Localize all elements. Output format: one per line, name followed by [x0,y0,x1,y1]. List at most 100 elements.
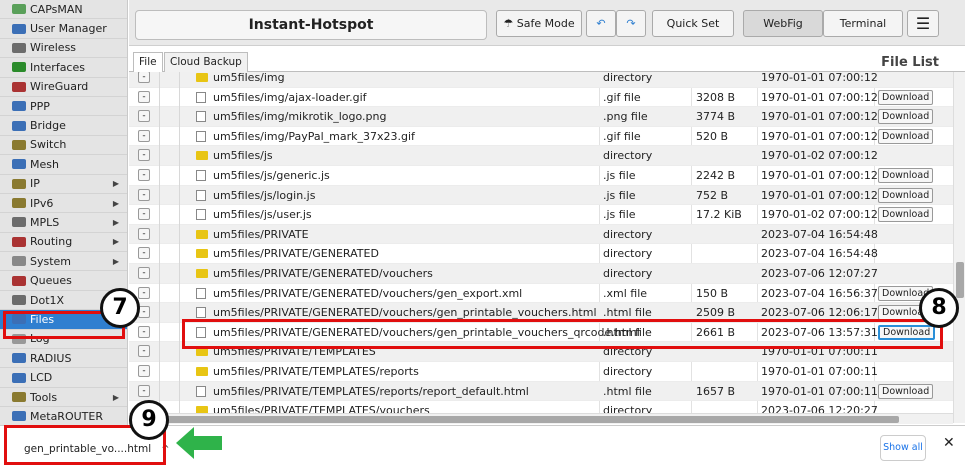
row-divider [179,264,180,284]
show-all-button[interactable]: Show all [880,435,926,461]
sidebar-item-metarouter[interactable]: MetaROUTER [0,407,127,425]
green-arrow-icon [176,427,222,459]
close-icon[interactable]: ✕ [943,435,955,451]
files-icon [12,314,26,325]
sidebar-item-mpls[interactable]: MPLS ▶ [0,213,127,233]
sidebar-item-lcd[interactable]: LCD [0,368,127,388]
table-row[interactable]: - um5files/PRIVATE directory 2023-07-04 16:… [129,224,953,245]
redo-button[interactable]: ↷ [616,10,646,37]
table-row[interactable]: - um5files/PRIVATE/GENERATED directory 2023… [129,244,953,264]
table-row[interactable]: - um5files/js directory 1970-01-02 07:00:12 [129,146,953,166]
tab-file[interactable]: File [133,52,163,73]
sidebar-item-system[interactable]: System ▶ [0,252,127,272]
row-divider [159,146,160,166]
table-row[interactable]: - um5files/img/PayPal_mark_37x23.gif .gif … [129,126,953,147]
table-row[interactable]: - um5files/js/user.js .js file 17.2 KiB 1970… [129,205,953,225]
sidebar-item-ipv6[interactable]: IPv6 ▶ [0,194,127,214]
table-row[interactable]: - um5files/js/login.js .js file 752 B 1970-0… [129,185,953,206]
table-row[interactable]: - um5files/js/generic.js .js file 2242 B 197… [129,166,953,186]
table-row[interactable]: - um5files/PRIVATE/GENERATED/vouchers/gen… [129,303,953,323]
download-button[interactable]: Download [878,383,934,399]
table-row[interactable]: - um5files/img/mikrotik_logo.png .png file… [129,107,953,127]
file-type: directory [603,345,653,359]
table-row[interactable]: - um5files/img directory 1970-01-01 07:00:1… [129,72,953,88]
row-select-checkbox[interactable]: - [138,267,150,279]
table-row[interactable]: - um5files/PRIVATE/GENERATED/vouchers dire… [129,264,953,284]
mpls-icon [12,217,26,228]
row-select-checkbox[interactable]: - [138,227,150,240]
file-icon [196,307,206,319]
table-row[interactable]: - um5files/PRIVATE/GENERATED/vouchers/gen… [129,283,953,304]
sidebar-item-capsman[interactable]: CAPsMAN [0,0,127,20]
sidebar-item-ppp[interactable]: PPP [0,97,127,117]
download-button[interactable]: Download [878,207,934,223]
queues-icon [12,275,26,286]
download-button[interactable]: Download [878,324,936,340]
vertical-scrollbar[interactable] [953,72,965,423]
sidebar-item-user-manager[interactable]: User Manager [0,19,127,39]
file-type: .html file [603,306,652,320]
row-select-checkbox[interactable]: - [138,247,150,260]
sidebar-item-tools[interactable]: Tools ▶ [0,388,127,408]
row-divider [179,107,180,127]
sidebar-item-queues[interactable]: Queues [0,271,127,291]
row-select-checkbox[interactable]: - [138,325,150,338]
sidebar-item-ip[interactable]: IP ▶ [0,175,127,194]
menu-button[interactable]: ☰ [907,10,939,37]
horizontal-scrollbar[interactable] [129,413,953,424]
scrollbar-thumb[interactable] [139,416,899,423]
row-select-checkbox[interactable]: - [138,110,150,123]
row-select-checkbox[interactable]: - [138,169,150,181]
scrollbar-thumb[interactable] [956,262,964,298]
chevron-right-icon: ▶ [112,392,119,402]
table-row[interactable]: - um5files/PRIVATE/TEMPLATES/reports/repo… [129,381,953,402]
download-button[interactable]: Download [878,128,934,144]
undo-button[interactable]: ↶ [586,10,616,37]
row-select-checkbox[interactable]: - [138,90,150,103]
main-panel: Instant-Hotspot ☂ Safe Mode ↶ ↷ Quick Se… [129,0,965,425]
row-select-checkbox[interactable]: - [138,188,150,201]
row-select-checkbox[interactable]: - [138,345,150,358]
tab-cloud-backup[interactable]: Cloud Backup [164,52,248,72]
row-select-checkbox[interactable]: - [138,208,150,221]
sidebar-item-label: WireGuard [30,80,89,94]
webfig-button[interactable]: WebFig [743,10,823,37]
table-row[interactable]: - um5files/img/ajax-loader.gif .gif file 32… [129,87,953,108]
row-divider [159,205,160,225]
file-date: 2023-07-04 16:54:48 [761,247,878,261]
download-button[interactable]: Download [878,89,934,105]
sidebar-item-routing[interactable]: Routing ▶ [0,233,127,253]
sidebar-item-interfaces[interactable]: Interfaces [0,58,127,78]
table-row[interactable]: - um5files/PRIVATE/TEMPLATES/reports direc… [129,362,953,382]
sidebar-item-mesh[interactable]: Mesh [0,155,127,175]
chevron-right-icon: ▶ [112,179,119,189]
step-9-badge: 9 [129,400,169,440]
row-select-checkbox[interactable]: - [138,286,150,299]
sidebar-item-bridge[interactable]: Bridge [0,116,127,136]
row-select-checkbox[interactable]: - [138,149,150,162]
row-select-checkbox[interactable]: - [138,129,150,142]
sidebar-item-radius[interactable]: RADIUS [0,349,127,369]
download-button[interactable]: Download [878,187,934,203]
row-select-checkbox[interactable]: - [138,384,150,397]
table-row[interactable]: - um5files/PRIVATE/GENERATED/vouchers/gen… [129,322,953,343]
row-select-checkbox[interactable]: - [138,365,150,377]
terminal-button[interactable]: Terminal [823,10,903,37]
chevron-up-icon[interactable]: ^ [161,444,169,455]
switch-icon [12,139,26,150]
download-button[interactable]: Download [878,109,934,125]
sidebar-item-label: Routing [30,235,73,249]
safe-mode-button[interactable]: ☂ Safe Mode [496,10,582,37]
table-row[interactable]: - um5files/PRIVATE/TEMPLATES directory 1970… [129,342,953,362]
sidebar-item-switch[interactable]: Switch [0,136,127,156]
file-icon [196,130,206,142]
sidebar-item-wireless[interactable]: Wireless [0,39,127,59]
quick-set-button[interactable]: Quick Set [652,10,734,37]
row-divider [179,166,180,186]
folder-icon [196,229,208,239]
row-select-checkbox[interactable]: - [138,72,150,83]
download-button[interactable]: Download [878,168,934,183]
file-name: um5files/img/ajax-loader.gif [213,90,367,104]
sidebar-item-wireguard[interactable]: WireGuard [0,78,127,97]
sidebar-item-log[interactable]: Log [0,330,127,350]
